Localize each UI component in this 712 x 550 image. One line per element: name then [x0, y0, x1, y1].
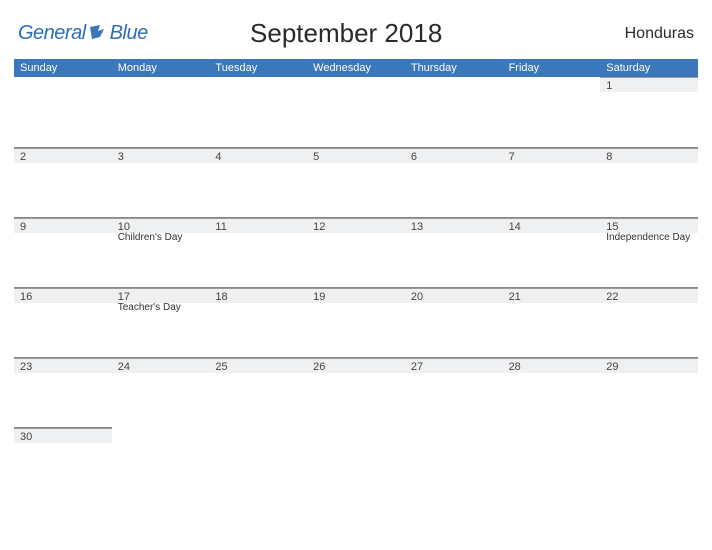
day-number: 20: [411, 291, 497, 303]
day-number: 24: [118, 361, 204, 373]
calendar-day: [209, 427, 307, 497]
day-number: 7: [509, 151, 595, 163]
calendar-day: 24: [112, 357, 210, 427]
calendar-day: 10Children's Day: [112, 217, 210, 287]
weekday-header: Thursday: [405, 59, 503, 77]
calendar-day: 2: [14, 147, 112, 217]
calendar-day: [405, 427, 503, 497]
calendar-day: 16: [14, 287, 112, 357]
day-number: 13: [411, 221, 497, 233]
day-number: 19: [313, 291, 399, 303]
calendar-day: [600, 427, 698, 497]
calendar-day: [307, 427, 405, 497]
calendar-day: 14: [503, 217, 601, 287]
calendar-week: 16 17Teacher's Day 18 19 20 21 22: [14, 287, 698, 357]
day-number: 18: [215, 291, 301, 303]
day-number: 8: [606, 151, 692, 163]
day-number: 4: [215, 151, 301, 163]
weekday-header: Wednesday: [307, 59, 405, 77]
day-number: 29: [606, 361, 692, 373]
calendar-day: 19: [307, 287, 405, 357]
calendar-day: 1: [600, 77, 698, 147]
day-number: 14: [509, 221, 595, 233]
day-number: 25: [215, 361, 301, 373]
calendar-day: 7: [503, 147, 601, 217]
calendar-day: [112, 427, 210, 497]
calendar-week: 1: [14, 77, 698, 147]
calendar-day: [503, 427, 601, 497]
day-number: 2: [20, 151, 106, 163]
calendar-day: [405, 77, 503, 147]
calendar-day: 8: [600, 147, 698, 217]
day-number: 26: [313, 361, 399, 373]
calendar-day: [503, 77, 601, 147]
day-number: 23: [20, 361, 106, 373]
day-number: 21: [509, 291, 595, 303]
calendar-day: 26: [307, 357, 405, 427]
calendar-day: 20: [405, 287, 503, 357]
calendar-day: 9: [14, 217, 112, 287]
day-event: Children's Day: [118, 232, 204, 243]
calendar-day: [14, 77, 112, 147]
weekday-header-row: Sunday Monday Tuesday Wednesday Thursday…: [14, 59, 698, 77]
calendar-day: 3: [112, 147, 210, 217]
calendar-title: September 2018: [68, 18, 625, 49]
day-number: 9: [20, 221, 106, 233]
calendar-day: 17Teacher's Day: [112, 287, 210, 357]
day-event: Teacher's Day: [118, 302, 204, 313]
calendar-week: 9 10Children's Day 11 12 13 14 15Independence …: [14, 217, 698, 287]
day-number: 22: [606, 291, 692, 303]
calendar-day: [209, 77, 307, 147]
calendar-day: 15Independence Day: [600, 217, 698, 287]
day-number: 12: [313, 221, 399, 233]
weekday-header: Friday: [503, 59, 601, 77]
calendar-day: 6: [405, 147, 503, 217]
calendar-week: 23 24 25 26 27 28 29: [14, 357, 698, 427]
day-number: 1: [606, 80, 692, 92]
calendar-day: 5: [307, 147, 405, 217]
calendar-day: [112, 77, 210, 147]
calendar-day: 30: [14, 427, 112, 497]
day-number: 28: [509, 361, 595, 373]
calendar-day: 4: [209, 147, 307, 217]
calendar-day: 28: [503, 357, 601, 427]
calendar-day: 22: [600, 287, 698, 357]
calendar-day: 27: [405, 357, 503, 427]
calendar-day: 23: [14, 357, 112, 427]
calendar-day: 18: [209, 287, 307, 357]
day-number: 30: [20, 431, 106, 443]
calendar-week: 2345678: [14, 147, 698, 217]
calendar-day: 21: [503, 287, 601, 357]
weekday-header: Saturday: [600, 59, 698, 77]
weekday-header: Tuesday: [209, 59, 307, 77]
day-number: 3: [118, 151, 204, 163]
calendar-day: [307, 77, 405, 147]
day-number: 6: [411, 151, 497, 163]
calendar-day: 11: [209, 217, 307, 287]
calendar-day: 13: [405, 217, 503, 287]
weekday-header: Monday: [112, 59, 210, 77]
calendar-grid: 12345678910Children's Day1112131415Indep…: [14, 77, 698, 497]
day-number: 16: [20, 291, 106, 303]
weekday-header: Sunday: [14, 59, 112, 77]
country-label: Honduras: [625, 25, 694, 43]
calendar-day: 25: [209, 357, 307, 427]
calendar-week: 30: [14, 427, 698, 497]
day-event: Independence Day: [606, 232, 692, 243]
calendar-day: 29: [600, 357, 698, 427]
calendar-day: 12: [307, 217, 405, 287]
day-number: 11: [215, 221, 301, 233]
day-number: 5: [313, 151, 399, 163]
day-number: 27: [411, 361, 497, 373]
calendar-header: General Blue September 2018 Honduras: [14, 12, 698, 59]
